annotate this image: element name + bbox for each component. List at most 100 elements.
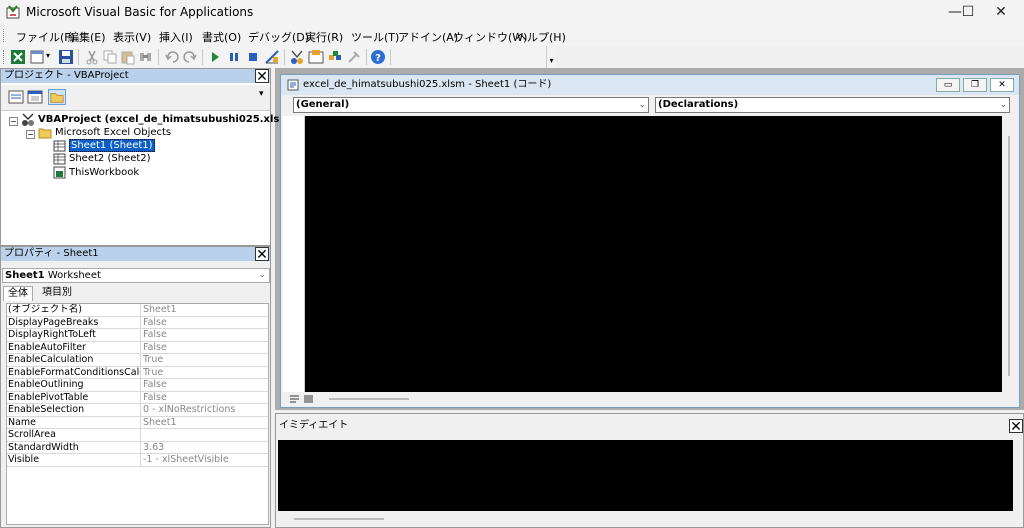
- immediate-vertical-scrollbar[interactable]: [1013, 440, 1023, 511]
- code-editor[interactable]: [305, 116, 1002, 392]
- view-code-icon[interactable]: [7, 89, 25, 105]
- help-icon[interactable]: ?: [370, 49, 386, 65]
- tab-categorized[interactable]: 項目別: [38, 286, 76, 301]
- property-row[interactable]: EnableOutlining False: [7, 379, 268, 392]
- property-name: EnablePivotTable: [8, 391, 141, 404]
- tree-item-sheet1-label[interactable]: Sheet1 (Sheet1): [69, 139, 155, 152]
- excel-view-icon[interactable]: [10, 49, 26, 65]
- menu-debug[interactable]: デバッグ(D): [248, 29, 309, 45]
- project-explorer-icon[interactable]: [289, 49, 305, 65]
- horizontal-scroll-thumb[interactable]: [294, 518, 384, 520]
- run-icon[interactable]: [207, 49, 223, 65]
- menu-edit[interactable]: 編集(E): [68, 29, 106, 45]
- property-name: (オブジェクト名): [8, 304, 141, 316]
- project-explorer-close-button[interactable]: ✕: [255, 69, 269, 84]
- break-icon[interactable]: [226, 49, 242, 65]
- property-row[interactable]: EnablePivotTable False: [7, 391, 268, 404]
- property-value[interactable]: False: [143, 317, 267, 329]
- object-browser-icon[interactable]: [327, 49, 343, 65]
- tree-folder-excel-objects[interactable]: Microsoft Excel Objects: [55, 127, 171, 138]
- tree-collapse-icon[interactable]: −: [9, 117, 18, 126]
- property-row[interactable]: Visible -1 - xlSheetVisible: [7, 454, 268, 467]
- object-combo[interactable]: (General) ⌄: [293, 97, 649, 113]
- view-object-icon[interactable]: [26, 89, 44, 105]
- immediate-title: イミディエイト: [276, 414, 1023, 438]
- property-value[interactable]: False: [143, 392, 267, 404]
- property-value[interactable]: False: [143, 379, 267, 391]
- copy-icon[interactable]: [102, 49, 118, 65]
- tab-alphabetic[interactable]: 全体: [3, 286, 33, 301]
- property-value[interactable]: True: [143, 354, 267, 366]
- toolbox-icon[interactable]: [346, 49, 362, 65]
- property-row[interactable]: DisplayPageBreaks False: [7, 316, 268, 329]
- property-value[interactable]: Sheet1: [143, 304, 267, 316]
- toolbar-scroll-icon[interactable]: ▾: [259, 89, 264, 99]
- property-value[interactable]: True: [143, 367, 267, 379]
- property-value[interactable]: -1 - xlSheetVisible: [143, 454, 267, 466]
- full-module-view-icon[interactable]: [303, 394, 314, 405]
- toolbar-overflow-button[interactable]: ▾: [546, 46, 556, 68]
- immediate-close-button[interactable]: ✕: [1009, 419, 1023, 434]
- scroll-thumb[interactable]: [1008, 136, 1010, 376]
- property-row[interactable]: EnableSelection 0 - xlNoRestrictions: [7, 404, 268, 417]
- insert-module-icon[interactable]: [30, 49, 46, 65]
- property-value[interactable]: 3.63: [143, 442, 267, 454]
- property-row[interactable]: EnableCalculation True: [7, 354, 268, 367]
- property-row[interactable]: Name Sheet1: [7, 416, 268, 429]
- property-row[interactable]: EnableFormatConditionsCalculationTrue: [7, 366, 268, 379]
- chevron-down-icon[interactable]: ⌄: [638, 98, 646, 112]
- property-name: StandardWidth: [8, 441, 141, 454]
- code-close-button[interactable]: ✕: [990, 78, 1014, 92]
- tree-item-sheet2[interactable]: Sheet2 (Sheet2): [69, 153, 151, 164]
- save-icon[interactable]: [58, 49, 74, 65]
- chevron-down-icon[interactable]: ⌄: [999, 98, 1007, 112]
- property-row[interactable]: StandardWidth 3.63: [7, 441, 268, 454]
- property-value[interactable]: [143, 429, 267, 441]
- undo-icon[interactable]: [164, 49, 180, 65]
- tree-collapse-icon[interactable]: −: [26, 130, 35, 139]
- menu-addins[interactable]: アドイン(A): [398, 29, 458, 45]
- menu-help[interactable]: ヘルプ(H): [516, 29, 566, 45]
- project-explorer-title: プロジェクト - VBAProject: [1, 69, 270, 83]
- property-row[interactable]: DisplayRightToLeft False: [7, 329, 268, 342]
- menu-tools[interactable]: ツール(T): [351, 29, 399, 45]
- property-value[interactable]: False: [143, 329, 267, 341]
- object-selector-combo[interactable]: Sheet1 Worksheet ⌄: [2, 268, 270, 283]
- menu-view[interactable]: 表示(V): [113, 29, 151, 45]
- properties-close-button[interactable]: ✕: [255, 247, 269, 262]
- property-row[interactable]: (オブジェクト名) Sheet1: [7, 304, 268, 317]
- code-minimize-button[interactable]: ▭: [936, 78, 960, 92]
- menu-run[interactable]: 実行(R): [305, 29, 343, 45]
- tree-item-thisworkbook[interactable]: ThisWorkbook: [69, 167, 139, 178]
- property-value[interactable]: 0 - xlNoRestrictions: [143, 404, 267, 416]
- paste-icon[interactable]: [120, 49, 136, 65]
- procedure-view-icon[interactable]: [289, 394, 300, 405]
- properties-panel: プロパティ - Sheet1 ✕ Sheet1 Worksheet ⌄ 全体 項…: [0, 246, 271, 528]
- menu-file[interactable]: ファイル(F): [16, 29, 75, 45]
- code-restore-button[interactable]: ❐: [963, 78, 987, 92]
- redo-icon[interactable]: [182, 49, 198, 65]
- close-button[interactable]: ✕: [978, 0, 1024, 24]
- immediate-editor[interactable]: [278, 440, 1013, 511]
- tree-root-project[interactable]: VBAProject (excel_de_himatsubushi025.xls…: [38, 114, 294, 125]
- cut-icon[interactable]: [84, 49, 100, 65]
- menu-insert[interactable]: 挿入(I): [159, 29, 193, 45]
- code-vertical-scrollbar[interactable]: [1003, 116, 1019, 392]
- horizontal-scroll-thumb[interactable]: [329, 398, 409, 400]
- reset-icon[interactable]: [245, 49, 261, 65]
- property-value[interactable]: False: [143, 342, 267, 354]
- property-row[interactable]: ScrollArea: [7, 429, 268, 442]
- property-row[interactable]: EnableAutoFilter False: [7, 341, 268, 354]
- property-value[interactable]: Sheet1: [143, 417, 267, 429]
- chevron-down-icon[interactable]: ⌄: [258, 269, 266, 282]
- menu-format[interactable]: 書式(O): [202, 29, 241, 45]
- immediate-horizontal-scrollbar[interactable]: [278, 512, 1018, 526]
- design-mode-icon[interactable]: [264, 49, 280, 65]
- dropdown-arrow-icon[interactable]: ▾: [46, 51, 50, 60]
- properties-icon[interactable]: [308, 49, 324, 65]
- properties-title: プロパティ - Sheet1: [1, 247, 270, 261]
- toggle-folders-icon[interactable]: [48, 89, 66, 105]
- find-icon[interactable]: [138, 49, 154, 65]
- tree-item-sheet1[interactable]: Sheet1 (Sheet1): [69, 139, 155, 152]
- procedure-combo[interactable]: (Declarations) ⌄: [655, 97, 1010, 113]
